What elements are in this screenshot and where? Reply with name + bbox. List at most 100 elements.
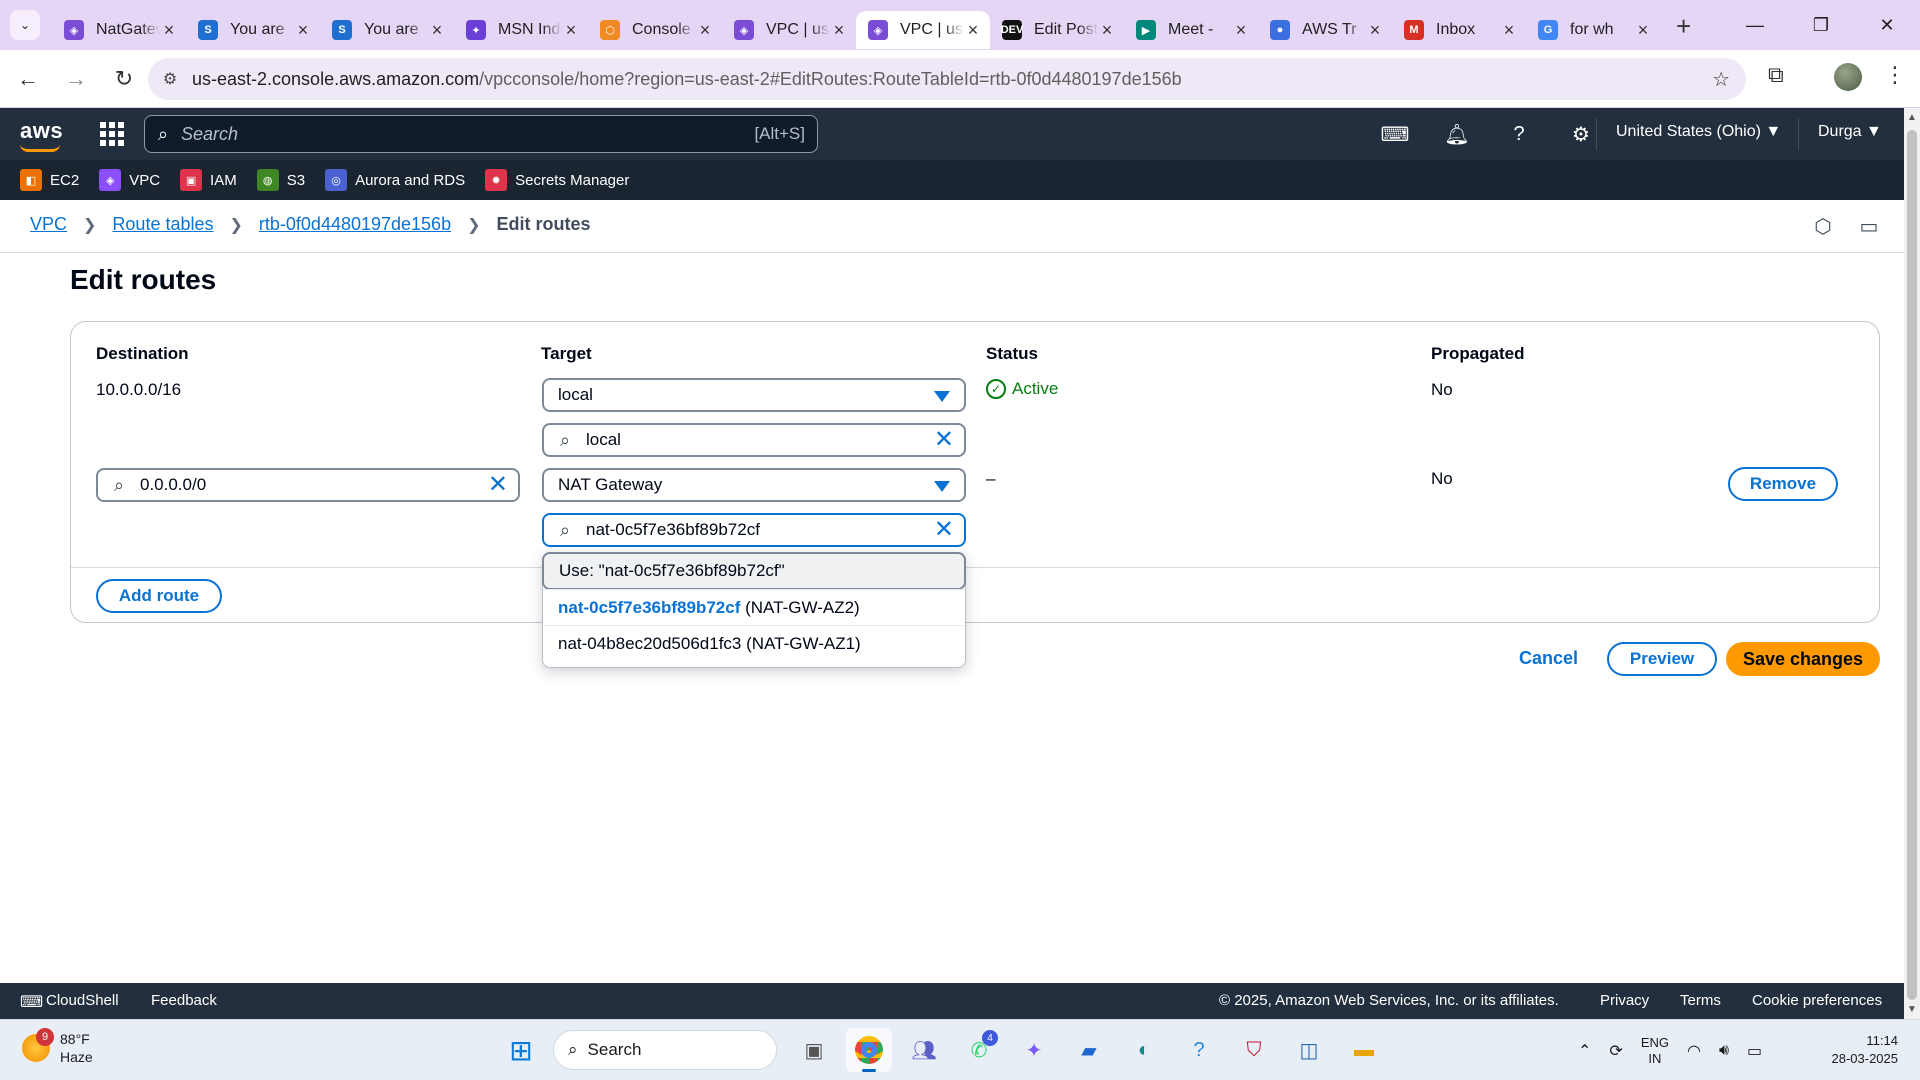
task-view-icon[interactable]: ▣ [791,1028,837,1072]
browser-tab[interactable]: ▶ Meet - × [1124,11,1258,49]
favorite-service-link[interactable]: ▣ IAM [180,169,237,191]
preview-button[interactable]: Preview [1607,642,1717,676]
info-panel-icon[interactable]: ⬡ [1800,214,1846,239]
clear-icon[interactable]: ✕ [934,427,954,453]
favorite-service-link[interactable]: ◍ S3 [256,169,305,191]
add-route-button[interactable]: Add route [96,579,222,613]
browser-tab[interactable]: ◈ VPC | us × [722,11,856,49]
tab-close-icon[interactable]: × [428,20,446,41]
aws-search-input[interactable]: ⌕ Search [Alt+S] [144,115,818,153]
notifications-panel-icon[interactable]: ▭ [1846,214,1892,239]
privacy-link[interactable]: Privacy [1600,992,1649,1009]
tab-close-icon[interactable]: × [160,20,178,41]
store-icon[interactable]: ◫ [1286,1028,1332,1072]
sync-icon[interactable]: ⟳ [1609,1041,1622,1061]
cancel-button[interactable]: Cancel [1519,648,1578,669]
browser-tab[interactable]: S You are × [186,11,320,49]
clear-icon[interactable]: ✕ [934,517,954,543]
system-clock[interactable]: 11:14 28-03-2025 [1832,1032,1899,1068]
remove-route-button[interactable]: Remove [1728,467,1838,501]
browser-menu-icon[interactable]: ⋮ [1884,62,1906,88]
favorite-service-link[interactable]: ◈ VPC [99,169,160,191]
vertical-scrollbar[interactable]: ▲ ▼ [1904,108,1920,1019]
site-info-icon[interactable]: ⚙ [148,69,192,89]
browser-tab[interactable]: ● AWS Tr × [1258,11,1392,49]
cloudshell-icon[interactable]: ⌨ [1364,122,1426,147]
file-explorer-icon[interactable]: ▬ [1341,1028,1387,1072]
tab-close-icon[interactable]: × [1634,20,1652,41]
dropdown-use-option[interactable]: Use: "nat-0c5f7e36bf89b72cf" [542,552,966,590]
forward-icon[interactable]: → [56,59,96,99]
dropdown-option[interactable]: nat-04b8ec20d506d1fc3 (NAT-GW-AZ1) [543,625,965,661]
scroll-up-icon[interactable]: ▲ [1907,112,1917,123]
tab-close-icon[interactable]: × [696,20,714,41]
help-icon[interactable]: ? [1488,123,1550,146]
extensions-icon[interactable]: ⧉ [1768,62,1784,88]
cloudshell-link[interactable]: CloudShell [46,992,119,1009]
route1-target-search-input[interactable]: ⌕ local ✕ [542,423,966,457]
route1-target-type-select[interactable]: local [542,378,966,412]
scroll-thumb[interactable] [1907,130,1917,1000]
favorite-service-link[interactable]: ✹ Secrets Manager [485,169,629,191]
chevron-up-icon[interactable]: ⌃ [1578,1041,1591,1061]
wifi-icon[interactable]: ◠ [1687,1041,1701,1061]
browser-tab[interactable]: S You are × [320,11,454,49]
services-grid-icon[interactable] [100,122,124,146]
aws-logo[interactable]: aws [20,118,63,152]
mcafee-icon[interactable]: ⛉ [1231,1028,1277,1072]
tab-close-icon[interactable]: × [964,20,982,41]
tab-close-icon[interactable]: × [294,20,312,41]
browser-tab[interactable]: Gfor wh × [1526,11,1660,49]
restore-icon[interactable]: ❐ [1788,0,1854,50]
teams-icon[interactable]: 👥︎ [901,1028,947,1072]
copilot-icon[interactable]: ✦ [1011,1028,1057,1072]
tab-close-icon[interactable]: × [1500,20,1518,41]
whatsapp-icon[interactable]: ✆ 4 [956,1028,1002,1072]
tab-close-icon[interactable]: × [1232,20,1250,41]
settings-gear-icon[interactable]: ⚙ [1550,122,1612,147]
browser-tab[interactable]: DEV Edit Post × [990,11,1124,49]
favorite-service-link[interactable]: ◎ Aurora and RDS [325,169,465,191]
chrome-icon[interactable] [846,1028,892,1072]
tab-close-icon[interactable]: × [1366,20,1384,41]
account-menu[interactable]: Durga ▼ [1818,123,1882,141]
bookmark-star-icon[interactable]: ☆ [1712,67,1730,92]
scroll-down-icon[interactable]: ▼ [1907,1004,1917,1015]
route2-destination-input[interactable]: ⌕ 0.0.0.0/0 ✕ [96,468,520,502]
address-bar[interactable]: ⚙ us-east-2.console.aws.amazon.com/vpcco… [148,58,1746,100]
url-text[interactable]: us-east-2.console.aws.amazon.com/vpccons… [192,69,1182,90]
notifications-bell-icon[interactable]: 🔔︎ [1426,122,1488,147]
language-indicator[interactable]: ENG IN [1641,1035,1669,1067]
mylic-app-icon[interactable]: ▰ [1066,1028,1112,1072]
breadcrumb-route-tables-link[interactable]: Route tables [112,214,213,235]
favorite-service-link[interactable]: ◧ EC2 [20,169,79,191]
weather-widget[interactable]: 9 88°F Haze [22,1028,93,1066]
breadcrumb-vpc-link[interactable]: VPC [30,214,67,235]
battery-icon[interactable]: ▭ [1747,1041,1762,1061]
tab-close-icon[interactable]: × [830,20,848,41]
cloudshell-footer-icon[interactable]: ⌨ [20,992,43,1012]
route2-target-search-input[interactable]: ⌕ nat-0c5f7e36bf89b72cf ✕ [542,513,966,547]
browser-tab[interactable]: ⬡ Console × [588,11,722,49]
reload-icon[interactable]: ↻ [104,59,144,99]
browser-tab[interactable]: ◈ VPC | us × [856,11,990,49]
feedback-link[interactable]: Feedback [151,992,217,1009]
windows-start-icon[interactable]: ⊞ [498,1028,544,1072]
new-tab-icon[interactable]: + [1676,11,1691,42]
region-selector[interactable]: United States (Ohio) ▼ [1616,123,1781,141]
help-app-icon[interactable]: ? [1176,1028,1222,1072]
cookie-preferences-link[interactable]: Cookie preferences [1752,992,1882,1009]
route2-target-type-select[interactable]: NAT Gateway [542,468,966,502]
profile-avatar[interactable] [1834,63,1862,91]
save-changes-button[interactable]: Save changes [1726,642,1880,676]
tab-close-icon[interactable]: × [562,20,580,41]
volume-icon[interactable]: 🔊︎ [1719,1042,1729,1060]
browser-tab[interactable]: ✦ MSN India× [454,11,588,49]
clear-icon[interactable]: ✕ [488,472,508,498]
browser-tab[interactable]: ◈ NatGateway× [52,11,186,49]
close-window-icon[interactable]: ✕ [1854,0,1920,50]
breadcrumb-route-table-link[interactable]: rtb-0f0d4480197de156b [259,214,451,235]
tab-search-icon[interactable]: ⌄ [10,10,40,40]
browser-tab[interactable]: M Inbox × [1392,11,1526,49]
edge-icon[interactable]: ◐ [1121,1028,1167,1072]
